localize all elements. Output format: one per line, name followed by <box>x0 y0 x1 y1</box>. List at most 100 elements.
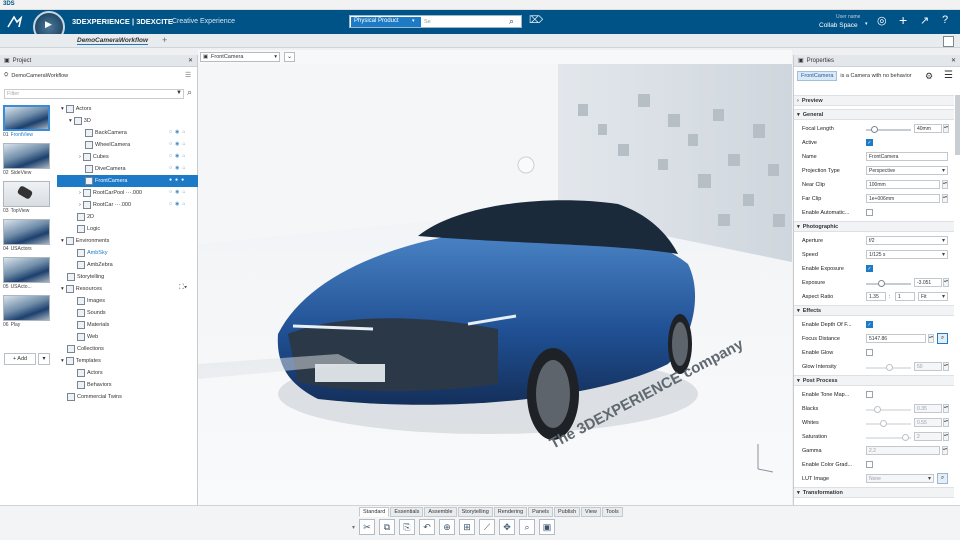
search-icon[interactable]: ⌕ <box>187 87 192 98</box>
camera-select[interactable]: FrontCamera ▣ ▾ <box>200 52 280 62</box>
exposure-enable-checkbox[interactable]: ✓ <box>866 265 873 272</box>
viewport-menu-button[interactable]: ⌄ <box>284 52 295 62</box>
view-thumb[interactable]: 02 SideView <box>3 143 50 177</box>
add-tab-button[interactable]: + <box>162 35 167 45</box>
tab-essentials[interactable]: Essentials <box>390 507 424 517</box>
tree-item-materials[interactable]: Materials <box>77 319 109 331</box>
resources-network-icon[interactable]: ⛶▾ <box>179 284 187 292</box>
focus-pick-icon[interactable]: ⌕ <box>937 333 948 344</box>
whites-spinner[interactable]: ▴▾ <box>943 418 949 427</box>
tree-item-rootcarpool[interactable]: › RootCarPool ···.000 <box>79 187 142 199</box>
aspect-fit-dropdown[interactable]: Fit <box>918 292 948 301</box>
aspect-width-field[interactable]: 1.35 <box>866 292 886 301</box>
row-toggles[interactable]: ○ ◉ ⌂ <box>169 165 185 171</box>
tree-item-3d[interactable]: ▾ 3D <box>69 115 91 127</box>
tree-item-ambsky[interactable]: AmbSky <box>77 247 107 259</box>
whites-slider[interactable] <box>866 420 911 427</box>
lut-image-dropdown[interactable]: None <box>866 474 934 483</box>
row-toggles[interactable]: ○ ◉ ⌂ <box>169 129 185 135</box>
tab-standard[interactable]: Standard <box>359 507 390 517</box>
tree-item-environments[interactable]: ▾ Environments <box>61 235 109 247</box>
row-toggles[interactable]: ○ ◉ ⌂ <box>169 201 185 207</box>
expand-icon[interactable] <box>943 36 954 47</box>
tree-item-commercial-twins[interactable]: Commercial Twins <box>67 391 122 403</box>
speed-dropdown[interactable]: 1/125 s <box>866 250 948 259</box>
search-bar[interactable]: Physical Product ▾ Se ⌕ <box>349 15 522 28</box>
hierarchy-icon[interactable]: ⊞ <box>459 519 476 535</box>
far-clip-spinner[interactable]: ▴▾ <box>942 194 948 203</box>
gamma-field[interactable]: 2.2 <box>866 446 940 455</box>
menu-icon[interactable]: ☰ <box>944 70 953 81</box>
tree-item-2d[interactable]: 2D <box>77 211 94 223</box>
search-input[interactable]: Se <box>424 19 431 25</box>
view-thumb[interactable]: 06 Play <box>3 295 50 329</box>
row-toggles[interactable]: ○ ◉ ⌂ <box>169 141 185 147</box>
exposure-spinner[interactable]: ▴▾ <box>943 278 949 287</box>
view-thumb[interactable]: 05 USActo... <box>3 257 50 291</box>
near-clip-spinner[interactable]: ▴▾ <box>942 180 948 189</box>
tree-item-backcamera[interactable]: BackCamera <box>85 127 127 139</box>
exposure-slider[interactable] <box>866 280 911 287</box>
tree-item-rootcar[interactable]: › RootCar ···.000 <box>79 199 131 211</box>
tonemap-checkbox[interactable] <box>866 391 873 398</box>
aperture-dropdown[interactable]: f/2 <box>866 236 948 245</box>
search-scope-dropdown[interactable]: Physical Product <box>351 17 421 27</box>
glow-intensity-field[interactable]: 50 <box>914 362 942 371</box>
section-photographic[interactable]: ▾ Photographic <box>794 221 954 232</box>
tab-rendering[interactable]: Rendering <box>493 507 528 517</box>
tree-item-templates[interactable]: ▾ Templates <box>61 355 101 367</box>
tree-item-ambzebra[interactable]: AmbZebra <box>77 259 113 271</box>
section-preview[interactable]: › Preview <box>794 95 954 106</box>
behavior-add-icon[interactable]: ⚙ <box>925 71 933 82</box>
zoom-fit-icon[interactable]: ⊕ <box>439 519 456 535</box>
view-thumb[interactable]: 03 TopView <box>3 181 50 215</box>
glow-intensity-slider[interactable] <box>866 364 911 371</box>
row-toggles[interactable]: ● ● ● <box>169 177 184 183</box>
collapse-icon[interactable]: ▾ <box>352 524 355 531</box>
list-view-icon[interactable]: ☰ <box>185 71 191 79</box>
cut-icon[interactable]: ✂ <box>359 519 376 535</box>
3d-viewport[interactable]: FrontCamera ▣ ▾ ⌄ The 3DEXPERIENCE compa… <box>198 50 792 505</box>
saturation-spinner[interactable]: ▴▾ <box>943 432 949 441</box>
tab-view[interactable]: View <box>581 507 601 517</box>
focus-distance-field[interactable]: 5147.86 <box>866 334 926 343</box>
row-toggles[interactable]: ○ ◉ ⌂ <box>169 153 185 159</box>
collab-space-selector[interactable]: Collab Space <box>819 22 858 29</box>
projection-dropdown[interactable]: Perspective <box>866 166 948 175</box>
user-avatar-icon[interactable]: ◎ <box>877 14 887 27</box>
tag-icon[interactable]: ⌦ <box>529 15 543 26</box>
tab-democameraworkflow[interactable]: DemoCameraWorkflow <box>77 37 149 45</box>
measure-icon[interactable]: ⟋ <box>479 519 496 535</box>
tree-item-sounds[interactable]: Sounds <box>77 307 106 319</box>
near-clip-field[interactable]: 100mm <box>866 180 940 189</box>
name-field[interactable]: FrontCamera <box>866 152 948 161</box>
section-transformation[interactable]: ▾ Transformation <box>794 487 954 498</box>
active-checkbox[interactable]: ✓ <box>866 139 873 146</box>
blacks-field[interactable]: 0.35 <box>914 404 942 413</box>
tab-publish[interactable]: Publish <box>554 507 581 517</box>
dof-checkbox[interactable]: ✓ <box>866 321 873 328</box>
glow-checkbox[interactable] <box>866 349 873 356</box>
filter-icon[interactable]: ▼ <box>176 90 182 96</box>
tree-item-web[interactable]: Web <box>77 331 98 343</box>
lut-browse-icon[interactable]: ⌕ <box>937 473 948 484</box>
focal-length-field[interactable]: 40mm <box>914 124 942 133</box>
close-icon[interactable]: ✕ <box>188 57 193 64</box>
color-grading-checkbox[interactable] <box>866 461 873 468</box>
tab-tools[interactable]: Tools <box>601 507 623 517</box>
gamma-spinner[interactable]: ▴▾ <box>942 446 948 455</box>
row-toggles[interactable]: ○ ◉ ⌂ <box>169 189 185 195</box>
tree-item-behaviors[interactable]: Behaviors <box>77 379 111 391</box>
tree-item-logic[interactable]: Logic <box>77 223 100 235</box>
tab-assemble[interactable]: Assemble <box>424 507 457 517</box>
add-view-dropdown[interactable]: ▾ <box>38 353 50 365</box>
tab-panels[interactable]: Panels <box>528 507 553 517</box>
transform-icon[interactable]: ✥ <box>499 519 516 535</box>
exposure-field[interactable]: -3.051 <box>914 278 942 287</box>
cube-icon[interactable]: ▣ <box>539 519 556 535</box>
focus-distance-spinner[interactable]: ▴▾ <box>928 334 934 343</box>
object-chip[interactable]: FrontCamera <box>797 71 838 81</box>
aspect-height-field[interactable]: 1 <box>895 292 915 301</box>
add-view-button[interactable]: + Add <box>4 353 36 365</box>
view-thumb[interactable]: 04 USActors <box>3 219 50 253</box>
